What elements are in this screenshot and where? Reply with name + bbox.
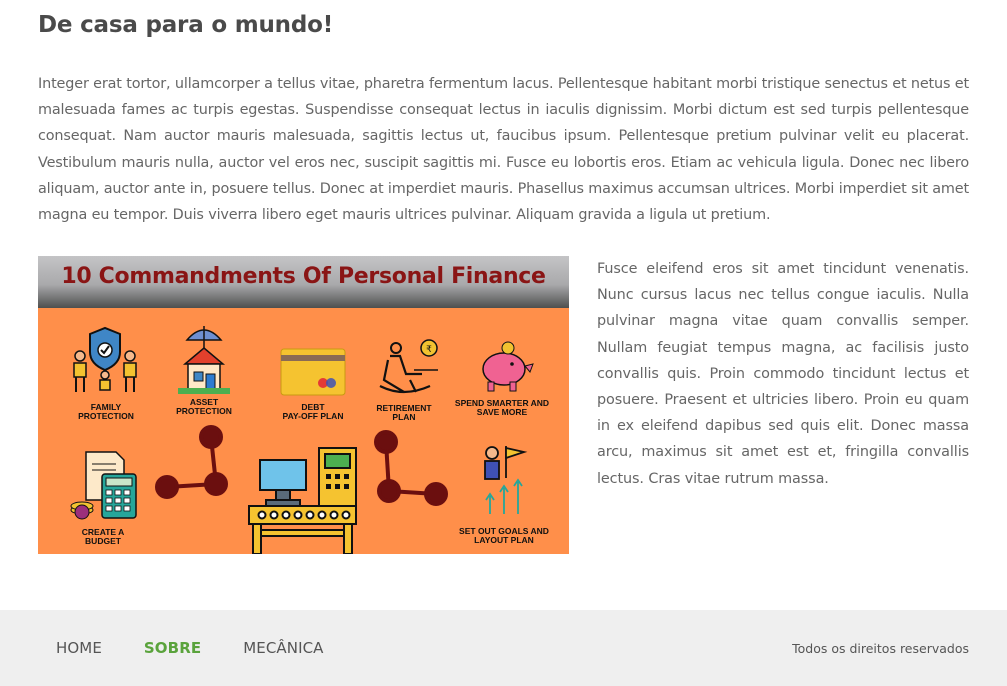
asset-protection-icon <box>178 326 230 394</box>
label-debt: DEBT PAY-OFF PLAN <box>282 402 344 421</box>
label-goals: SET OUT GOALS AND LAYOUT PLAN <box>459 526 549 545</box>
intro-paragraph: Integer erat tortor, ullamcorper a tellu… <box>38 76 969 224</box>
svg-text:₹: ₹ <box>426 345 432 355</box>
retirement-rocking-chair-icon: ₹ <box>379 339 438 394</box>
label-asset: ASSET PROTECTION <box>176 397 232 416</box>
family-protection-icon <box>73 326 137 392</box>
finance-infographic: 10 Commandments Of Personal Finance ₹ FA… <box>38 256 569 554</box>
nav-sobre[interactable]: SOBRE <box>144 639 201 657</box>
goals-flag-icon <box>484 446 528 514</box>
machine-icon <box>248 447 357 554</box>
nav-home[interactable]: HOME <box>56 639 102 657</box>
page-title: De casa para o mundo! <box>38 12 334 38</box>
label-budget: CREATE A BUDGET <box>81 527 125 546</box>
side-paragraph: Fusce eleifend eros sit amet tincidunt v… <box>597 261 969 487</box>
connector-right <box>374 430 448 506</box>
label-family: FAMILY PROTECTION <box>78 402 134 421</box>
debt-card-icon <box>280 348 346 396</box>
nav-mecanica[interactable]: MECÂNICA <box>243 639 323 657</box>
label-retirement: RETIREMENT PLAN <box>376 403 432 422</box>
connector-left <box>155 425 228 499</box>
label-spend: SPEND SMARTER AND SAVE MORE <box>454 398 550 417</box>
budget-calculator-icon <box>70 451 137 520</box>
piggy-bank-icon <box>482 341 534 392</box>
copyright-text: Todos os direitos reservados <box>792 640 969 656</box>
footer-nav: HOME SOBRE MECÂNICA <box>56 610 366 686</box>
site-footer: HOME SOBRE MECÂNICA Todos os direitos re… <box>0 610 1007 686</box>
